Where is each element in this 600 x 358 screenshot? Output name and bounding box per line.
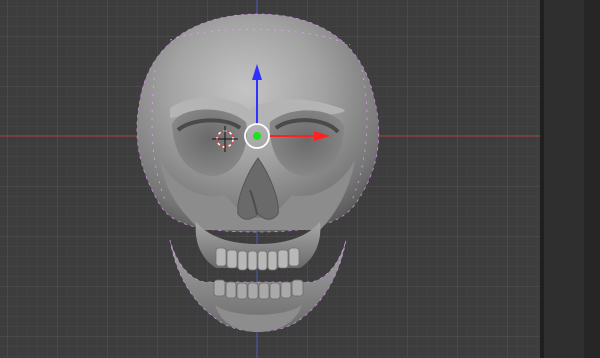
app-window	[0, 0, 600, 358]
panel-divider[interactable]	[540, 0, 544, 358]
panel-scroll-region[interactable]	[584, 0, 600, 358]
side-panel	[540, 0, 600, 358]
3d-viewport[interactable]	[0, 0, 540, 358]
viewport-canvas[interactable]	[0, 0, 540, 358]
object-origin-icon[interactable]	[253, 132, 261, 140]
